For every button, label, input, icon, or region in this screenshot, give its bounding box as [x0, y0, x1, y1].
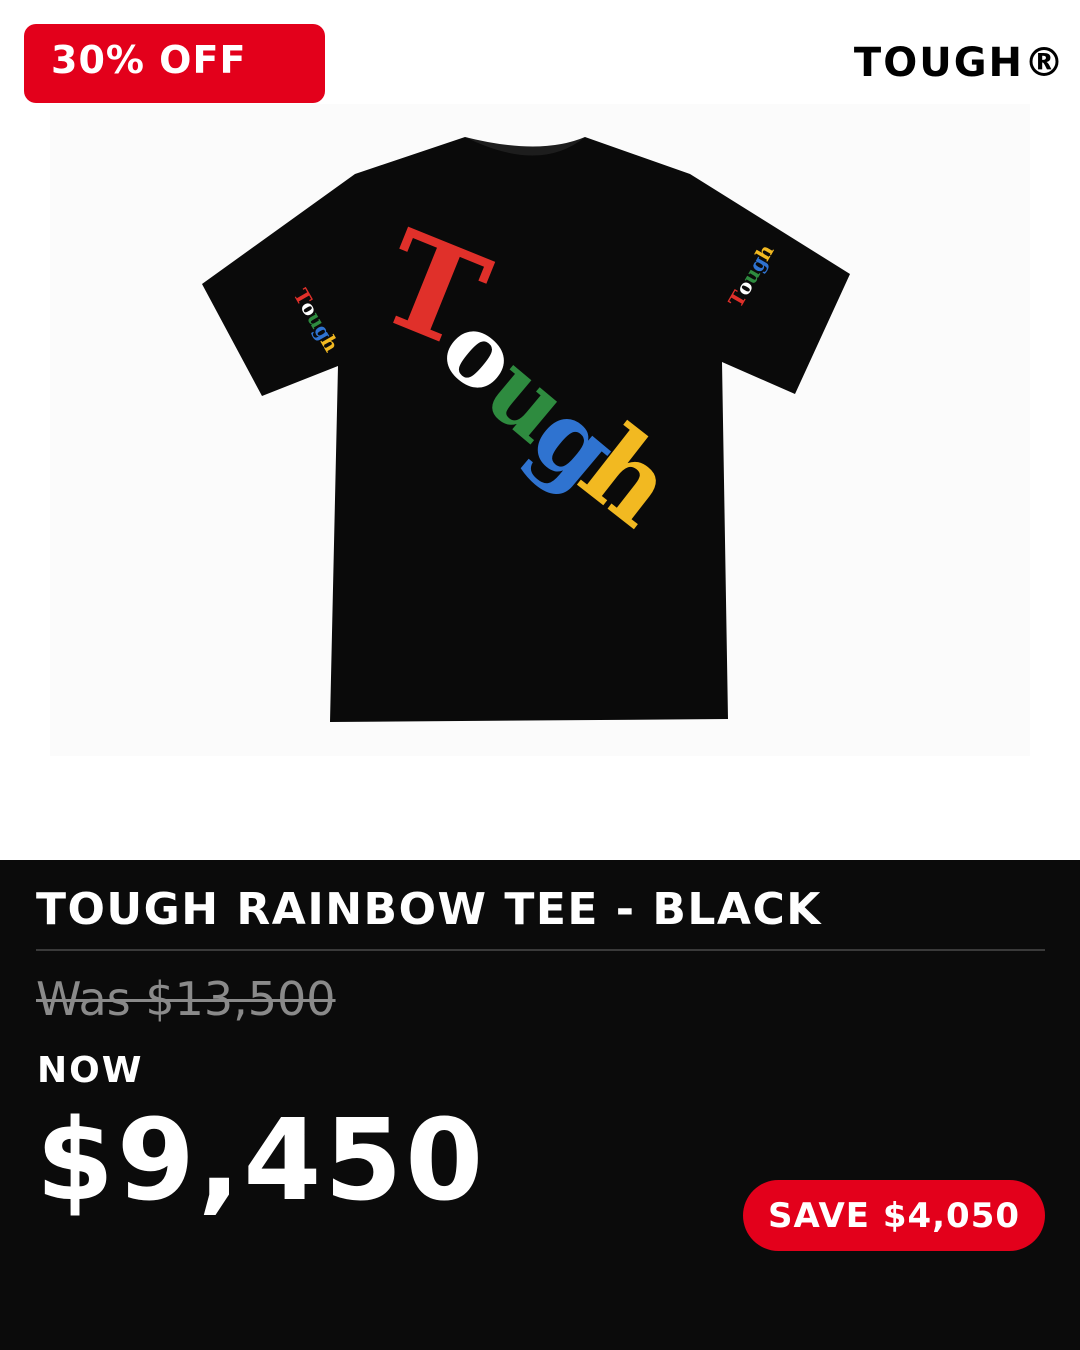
- savings-badge[interactable]: SAVE $4,050: [743, 1180, 1045, 1251]
- tshirt-illustration: T o u g h T o u g h T o u g h: [202, 137, 850, 722]
- discount-badge: 30% OFF: [24, 24, 325, 103]
- product-hero: 30% OFF TOUGH® T o u g h T o u g h T o u…: [0, 0, 1080, 860]
- brand-logo: TOUGH®: [853, 40, 1066, 86]
- original-price: Was $13,500: [36, 972, 336, 1026]
- product-title[interactable]: TOUGH RAINBOW TEE - BLACK: [36, 884, 822, 935]
- sale-price: $9,450: [36, 1096, 487, 1226]
- divider: [36, 949, 1045, 951]
- product-image[interactable]: T o u g h T o u g h T o u g h: [50, 104, 1030, 756]
- now-label: NOW: [37, 1050, 144, 1091]
- product-info-panel: TOUGH RAINBOW TEE - BLACK Was $13,500 NO…: [0, 860, 1080, 1350]
